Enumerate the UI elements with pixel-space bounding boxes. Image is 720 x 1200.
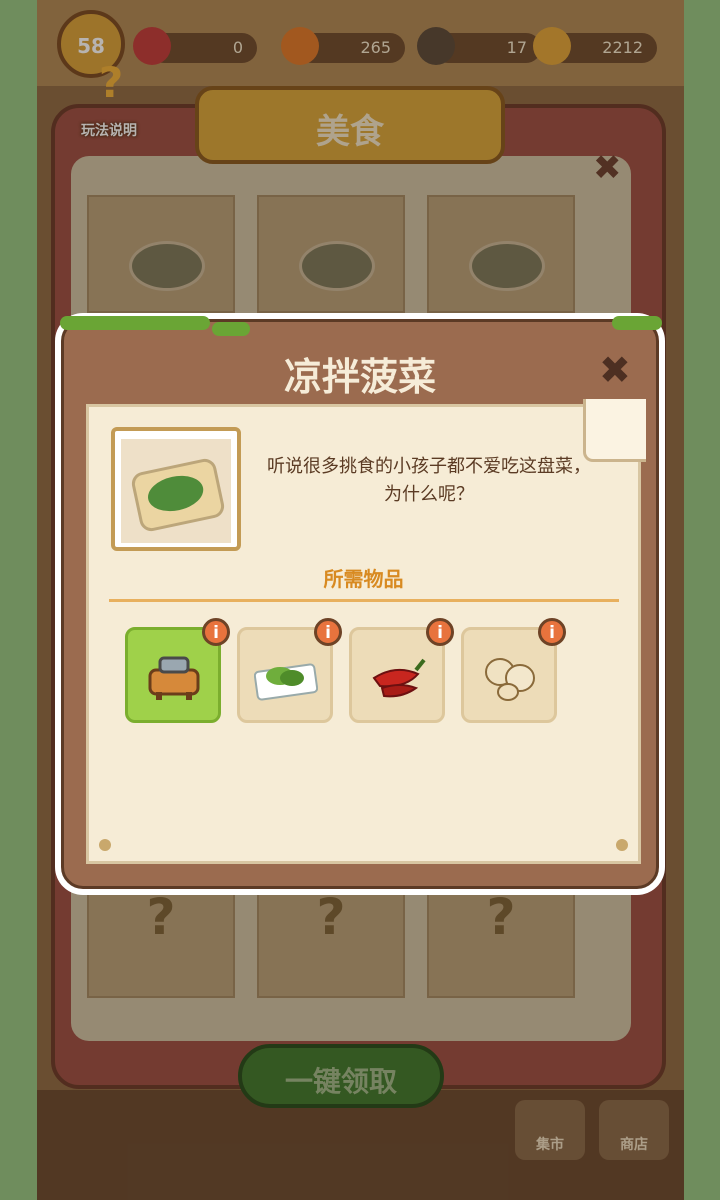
pot-icon bbox=[148, 656, 200, 700]
dish-image bbox=[121, 439, 231, 543]
paper-pin bbox=[99, 839, 111, 851]
chili-icon bbox=[372, 658, 426, 698]
info-icon[interactable]: i bbox=[202, 618, 230, 646]
spinach-icon bbox=[254, 663, 318, 701]
right-margin bbox=[684, 0, 720, 1200]
ingredient-slot-chili[interactable]: i bbox=[349, 618, 454, 723]
vine-decoration bbox=[212, 322, 250, 336]
ingredient-slot-garlic[interactable]: i bbox=[461, 618, 566, 723]
vine-decoration bbox=[612, 316, 662, 330]
spinach-salad-icon bbox=[129, 456, 227, 534]
info-icon[interactable]: i bbox=[538, 618, 566, 646]
dish-description: 听说很多挑食的小孩子都不爱吃这盘菜，为什么呢？ bbox=[267, 456, 591, 505]
dialog-title: 凉拌菠菜 bbox=[283, 355, 436, 399]
recipe-dialog-body: 凉拌菠菜 ✖ 听说很多挑食的小孩子都不爱吃这盘菜，为什么呢？ 所需物品 i i … bbox=[60, 316, 662, 889]
left-margin bbox=[0, 0, 37, 1200]
dish-image-frame bbox=[111, 427, 241, 551]
recipe-dialog: 凉拌菠菜 ✖ 听说很多挑食的小孩子都不爱吃这盘菜，为什么呢？ 所需物品 i i … bbox=[55, 313, 665, 895]
ingredient-slot-pot[interactable]: i bbox=[125, 618, 230, 723]
required-items-label: 所需物品 bbox=[323, 567, 404, 591]
paper-pin bbox=[616, 839, 628, 851]
garlic-icon bbox=[485, 658, 535, 701]
dialog-close-icon[interactable]: ✖ bbox=[599, 348, 631, 392]
divider bbox=[109, 599, 619, 602]
recipe-paper: 听说很多挑食的小孩子都不爱吃这盘菜，为什么呢？ 所需物品 i i i i bbox=[86, 399, 646, 864]
ingredient-slot-spinach[interactable]: i bbox=[237, 618, 342, 723]
info-icon[interactable]: i bbox=[426, 618, 454, 646]
info-icon[interactable]: i bbox=[314, 618, 342, 646]
vine-decoration bbox=[60, 316, 210, 330]
